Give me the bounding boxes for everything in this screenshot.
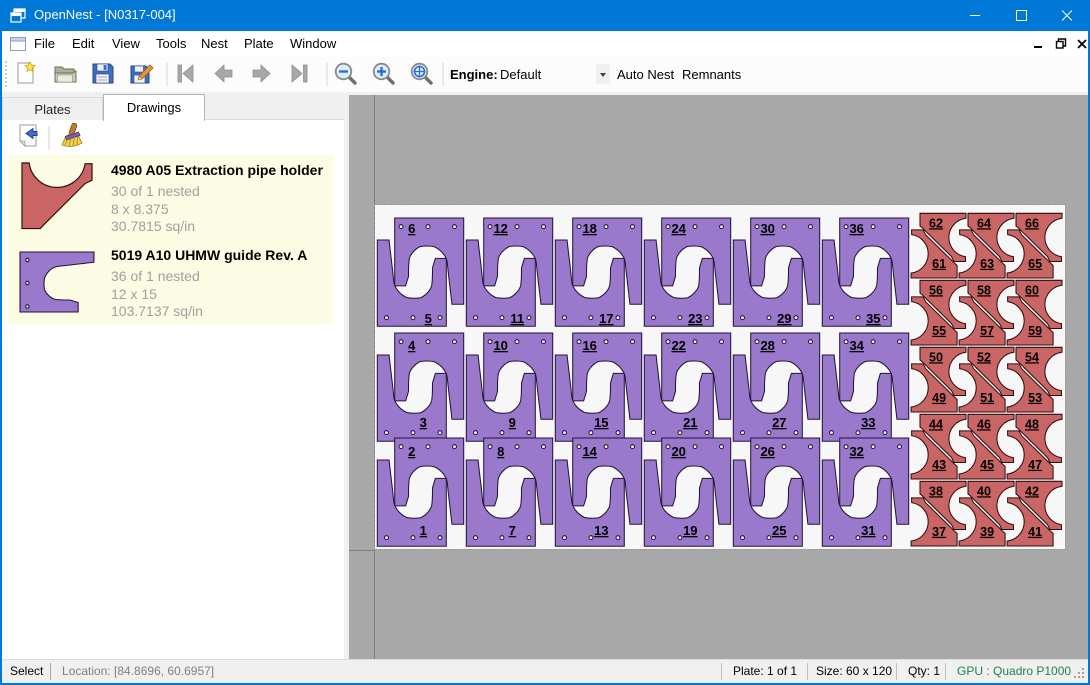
svg-text:56: 56 [929,283,943,297]
svg-text:46: 46 [977,417,991,431]
svg-text:43: 43 [932,458,946,472]
svg-text:15: 15 [594,415,608,430]
svg-text:30: 30 [760,221,774,236]
svg-text:24: 24 [671,221,686,236]
svg-text:17: 17 [599,311,613,326]
svg-text:21: 21 [683,415,697,430]
svg-text:13: 13 [594,523,608,538]
svg-text:2: 2 [408,444,415,459]
svg-text:53: 53 [1028,391,1042,405]
svg-text:65: 65 [1028,257,1042,271]
svg-text:64: 64 [977,216,991,230]
svg-text:42: 42 [1025,484,1039,498]
svg-text:60: 60 [1025,283,1039,297]
svg-text:35: 35 [866,311,880,326]
svg-text:12: 12 [493,221,507,236]
svg-text:31: 31 [861,523,875,538]
svg-text:40: 40 [977,484,991,498]
svg-text:62: 62 [929,216,943,230]
svg-text:9: 9 [509,415,516,430]
svg-text:7: 7 [509,523,516,538]
svg-text:10: 10 [493,338,507,353]
svg-text:32: 32 [849,444,863,459]
svg-text:51: 51 [980,391,994,405]
svg-text:8: 8 [497,444,504,459]
svg-text:11: 11 [510,311,524,326]
svg-text:5: 5 [425,311,432,326]
svg-text:26: 26 [760,444,774,459]
svg-text:6: 6 [408,221,415,236]
svg-text:37: 37 [932,525,946,539]
svg-text:19: 19 [683,523,697,538]
svg-text:28: 28 [760,338,774,353]
svg-text:4: 4 [408,338,416,353]
svg-text:33: 33 [861,415,875,430]
svg-text:29: 29 [777,311,791,326]
svg-text:20: 20 [671,444,685,459]
svg-text:57: 57 [980,324,994,338]
svg-text:23: 23 [688,311,702,326]
svg-text:63: 63 [980,257,994,271]
svg-text:1: 1 [420,523,427,538]
svg-text:25: 25 [772,523,786,538]
svg-text:27: 27 [772,415,786,430]
svg-text:39: 39 [980,525,994,539]
svg-text:47: 47 [1028,458,1042,472]
svg-text:58: 58 [977,283,991,297]
svg-text:55: 55 [932,324,946,338]
svg-text:18: 18 [582,221,596,236]
svg-text:49: 49 [932,391,946,405]
svg-text:16: 16 [582,338,596,353]
svg-text:14: 14 [582,444,597,459]
svg-text:48: 48 [1025,417,1039,431]
svg-text:36: 36 [849,221,863,236]
svg-text:34: 34 [849,338,864,353]
svg-text:61: 61 [932,257,946,271]
svg-text:59: 59 [1028,324,1042,338]
svg-text:45: 45 [980,458,994,472]
svg-text:3: 3 [420,415,427,430]
svg-text:22: 22 [671,338,685,353]
svg-text:41: 41 [1028,525,1042,539]
svg-text:54: 54 [1025,350,1039,364]
svg-text:66: 66 [1025,216,1039,230]
svg-text:44: 44 [929,417,943,431]
svg-text:52: 52 [977,350,991,364]
svg-text:50: 50 [929,350,943,364]
svg-text:38: 38 [929,484,943,498]
